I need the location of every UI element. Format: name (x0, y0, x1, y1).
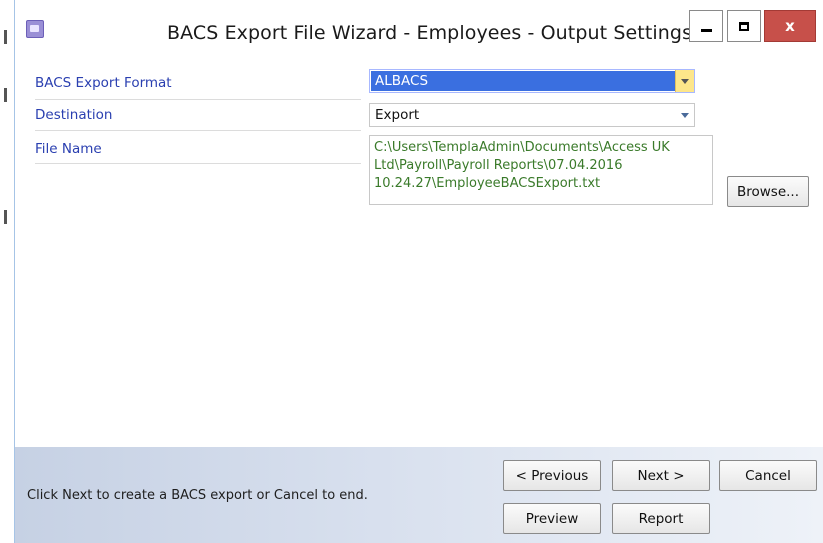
file-name-label: File Name (35, 141, 102, 157)
wizard-footer: Click Next to create a BACS export or Ca… (15, 447, 823, 543)
footer-hint: Click Next to create a BACS export or Ca… (27, 488, 368, 503)
dropdown-arrow-icon[interactable] (676, 104, 694, 126)
destination-select[interactable]: Export (369, 103, 695, 127)
wizard-window: BACS Export File Wizard - Employees - Ou… (14, 0, 823, 543)
minimize-icon (700, 28, 712, 32)
report-button[interactable]: Report (612, 503, 710, 534)
next-button[interactable]: Next > (612, 460, 710, 491)
background-mark (4, 210, 7, 224)
maximize-icon (739, 21, 749, 31)
close-button[interactable]: x (764, 10, 816, 42)
destination-label: Destination (35, 107, 113, 123)
row-divider (35, 99, 361, 100)
minimize-button[interactable] (689, 10, 723, 42)
destination-value: Export (375, 107, 420, 123)
window-title: BACS Export File Wizard - Employees - Ou… (167, 22, 693, 44)
preview-button[interactable]: Preview (503, 503, 601, 534)
desktop-background (0, 0, 14, 543)
browse-button[interactable]: Browse... (727, 176, 809, 207)
row-divider (35, 130, 361, 131)
maximize-button[interactable] (727, 10, 761, 42)
title-bar[interactable]: BACS Export File Wizard - Employees - Ou… (15, 0, 823, 55)
file-name-field[interactable]: C:\Users\TemplaAdmin\Documents\Access UK… (369, 135, 713, 205)
settings-panel: BACS Export Format ALBACS Destination Ex… (15, 55, 823, 447)
dropdown-arrow-icon[interactable] (675, 70, 694, 92)
app-icon (26, 20, 44, 38)
export-format-value: ALBACS (375, 73, 429, 89)
export-format-select[interactable]: ALBACS (369, 69, 695, 93)
export-format-label: BACS Export Format (35, 75, 172, 91)
row-divider (35, 163, 361, 164)
close-icon: x (785, 17, 795, 35)
background-mark (4, 30, 7, 44)
cancel-button[interactable]: Cancel (719, 460, 817, 491)
background-mark (4, 88, 7, 102)
previous-button[interactable]: < Previous (503, 460, 601, 491)
